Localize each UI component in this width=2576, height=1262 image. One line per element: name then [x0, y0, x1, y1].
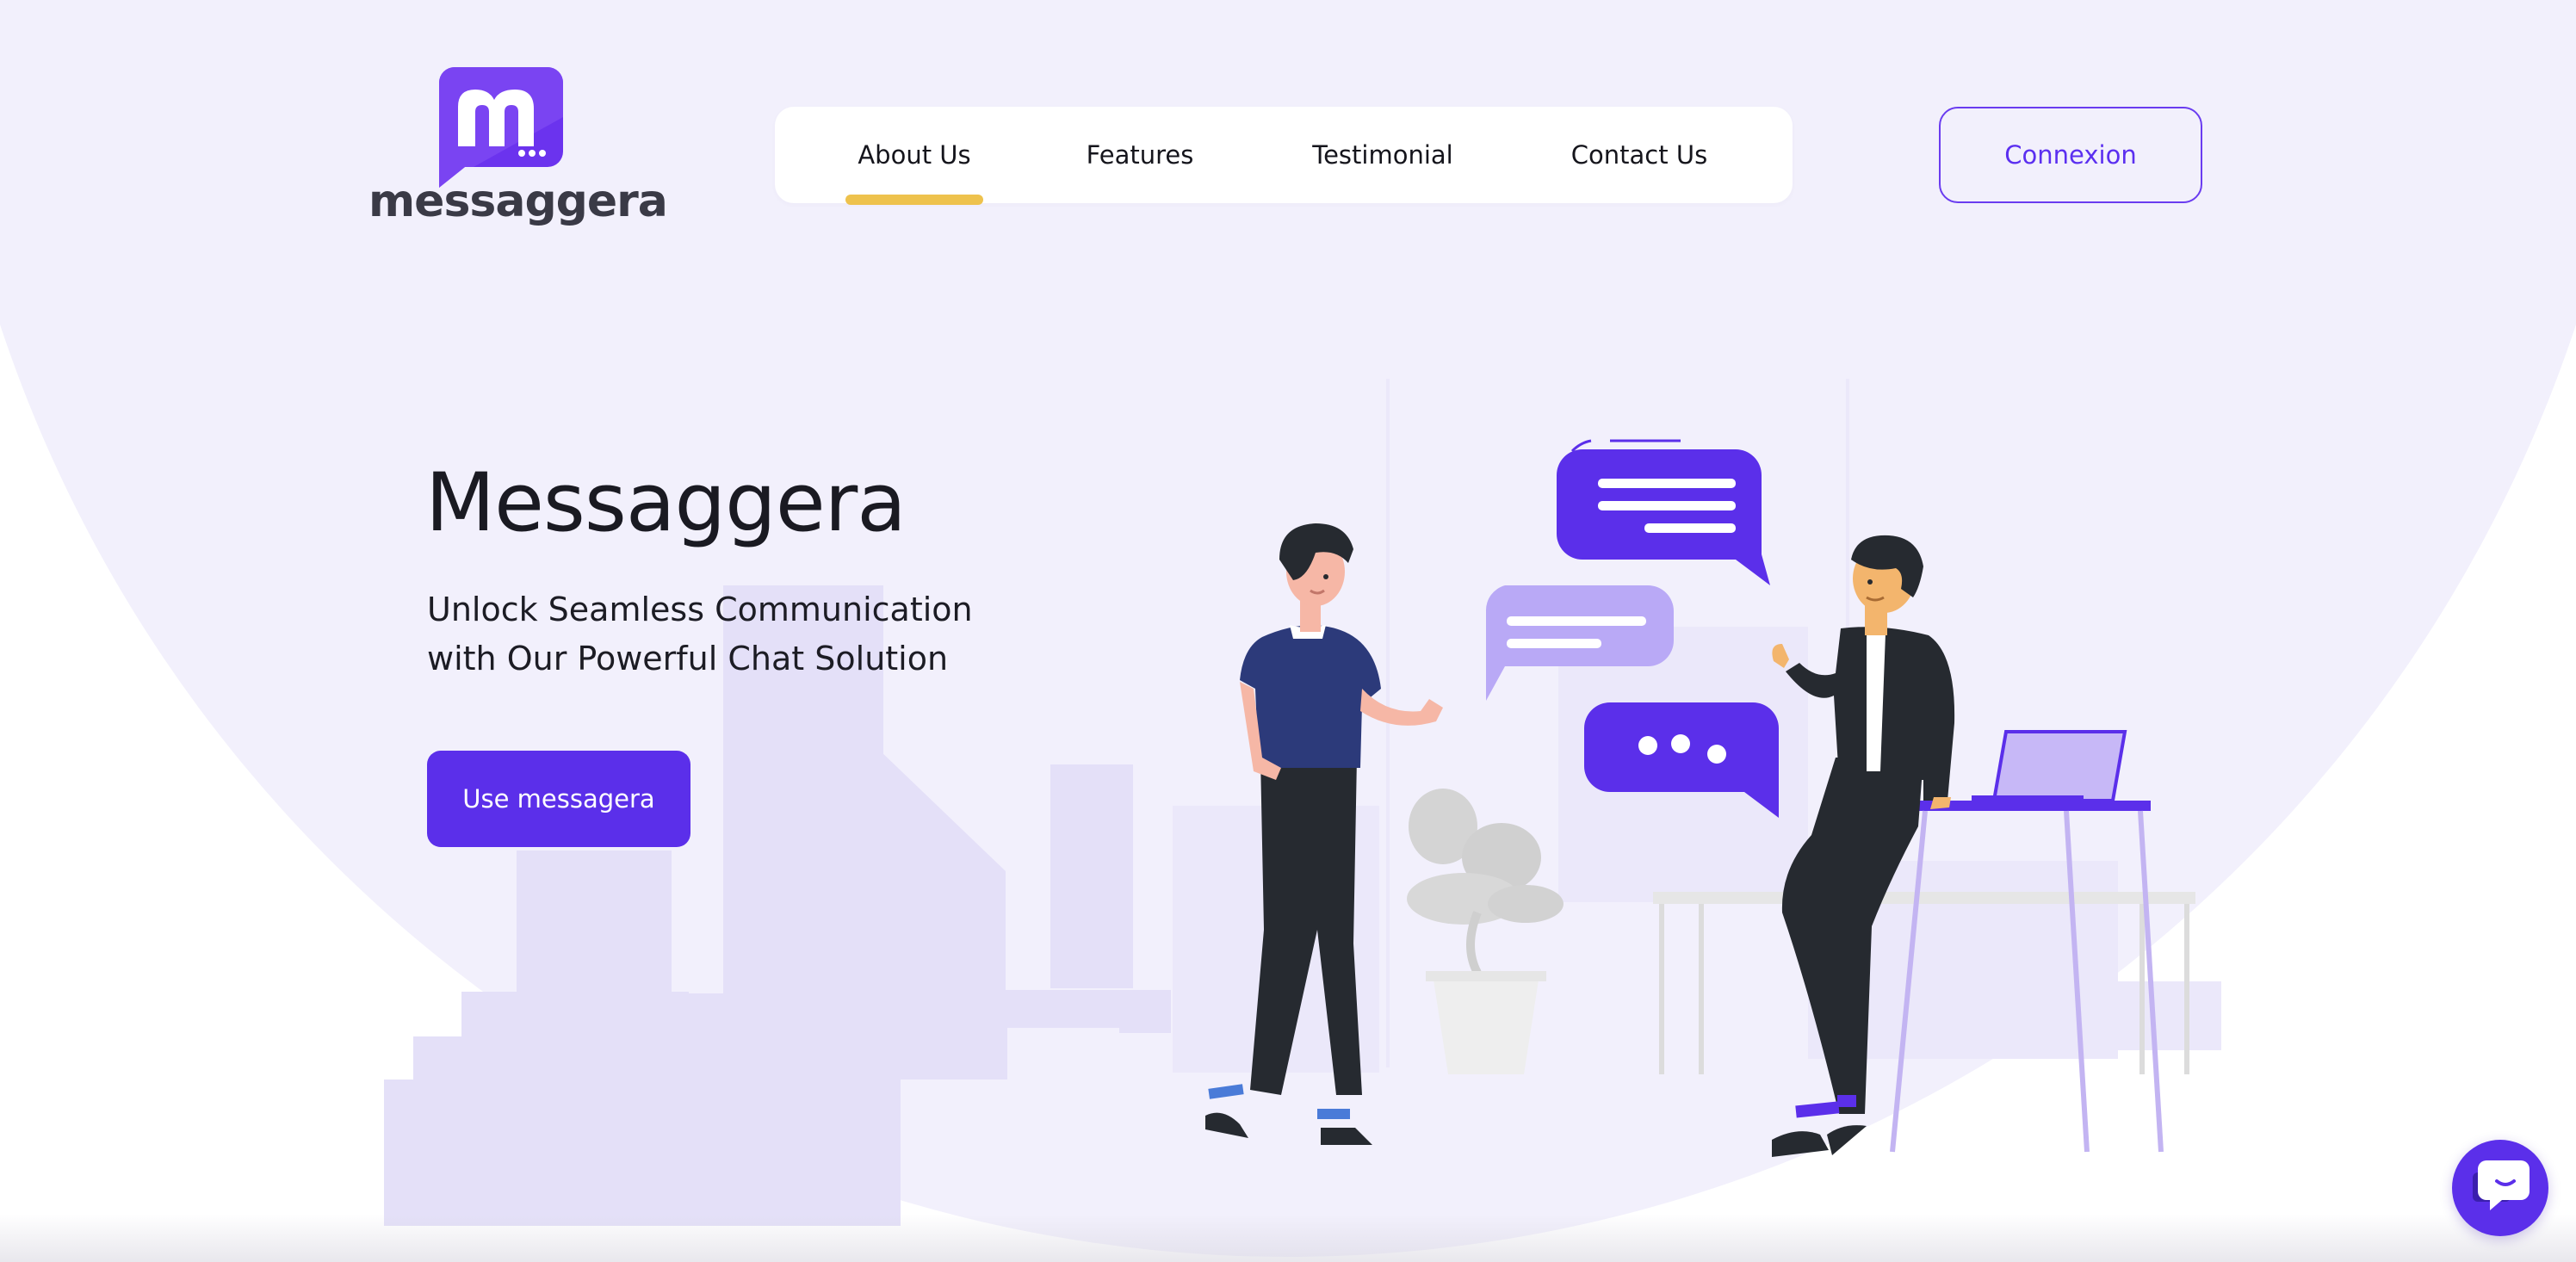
hero-subtitle: Unlock Seamless Communication with Our P… — [427, 585, 1081, 684]
main-navigation: About Us Features Testimonial Contact Us — [775, 107, 1793, 205]
active-nav-indicator — [845, 195, 983, 205]
brand-logo[interactable]: messaggera — [368, 65, 668, 238]
use-messagera-button[interactable]: Use messagera — [427, 751, 690, 847]
nav-item-features[interactable]: Features — [1069, 107, 1211, 203]
nav-item-contact-us[interactable]: Contact Us — [1546, 107, 1732, 203]
bottom-shadow — [0, 1214, 2576, 1262]
chat-widget-button[interactable] — [2452, 1140, 2548, 1236]
potted-plant — [1407, 789, 1564, 1074]
messaggera-chat-logo-icon — [439, 67, 563, 188]
hero-subtitle-line-1: Unlock Seamless Communication — [427, 591, 973, 628]
hero-title: Messaggera — [425, 456, 907, 550]
chat-bubble-icon — [2473, 1160, 2530, 1210]
logo-wordmark: messaggera — [368, 176, 668, 227]
nav-item-testimonial[interactable]: Testimonial — [1290, 107, 1476, 203]
hero-subtitle-line-2: with Our Powerful Chat Solution — [427, 640, 949, 677]
nav-item-about-us[interactable]: About Us — [845, 107, 983, 203]
speech-bubble-top — [1557, 439, 1770, 585]
connexion-button[interactable]: Connexion — [1939, 107, 2202, 203]
